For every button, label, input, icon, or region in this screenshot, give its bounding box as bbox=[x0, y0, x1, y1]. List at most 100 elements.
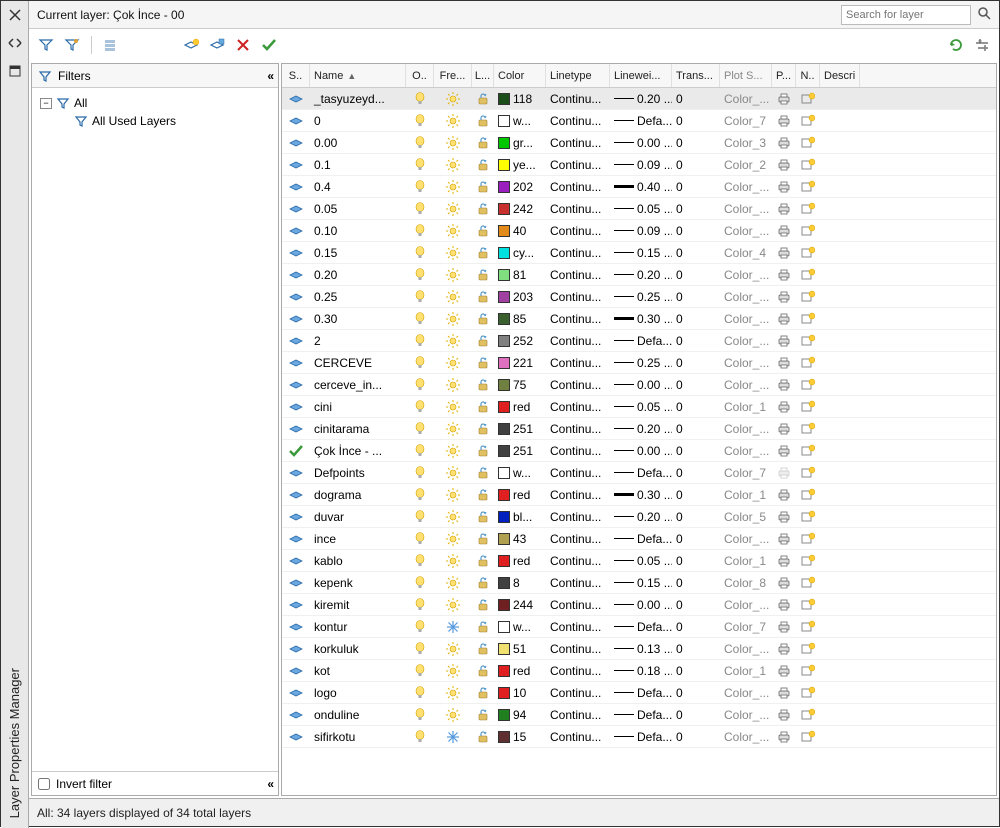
printer-icon[interactable] bbox=[772, 422, 796, 436]
lock-open-icon[interactable] bbox=[472, 378, 494, 392]
color-cell[interactable]: 251 bbox=[494, 444, 546, 458]
color-cell[interactable]: gr... bbox=[494, 136, 546, 150]
lock-open-icon[interactable] bbox=[472, 554, 494, 568]
layer-name[interactable]: 0.10 bbox=[310, 224, 406, 238]
transparency-cell[interactable]: 0 bbox=[672, 532, 720, 546]
linetype-cell[interactable]: Continu... bbox=[546, 114, 610, 128]
lineweight-cell[interactable]: 0.20 ... bbox=[610, 510, 672, 524]
linetype-cell[interactable]: Continu... bbox=[546, 708, 610, 722]
lineweight-cell[interactable]: 0.20 ... bbox=[610, 268, 672, 282]
lineweight-cell[interactable]: 0.05 ... bbox=[610, 202, 672, 216]
layer-name[interactable]: kontur bbox=[310, 620, 406, 634]
color-cell[interactable]: 251 bbox=[494, 422, 546, 436]
lightbulb-on-icon[interactable] bbox=[406, 466, 434, 480]
sun-icon[interactable] bbox=[434, 444, 472, 458]
transparency-cell[interactable]: 0 bbox=[672, 598, 720, 612]
transparency-cell[interactable]: 0 bbox=[672, 136, 720, 150]
layer-name[interactable]: 0.05 bbox=[310, 202, 406, 216]
printer-icon[interactable] bbox=[772, 268, 796, 282]
col-plot[interactable]: P... bbox=[772, 64, 796, 87]
layer-name[interactable]: 0.20 bbox=[310, 268, 406, 282]
printer-icon[interactable] bbox=[772, 730, 796, 744]
snowflake-icon[interactable] bbox=[434, 730, 472, 744]
color-cell[interactable]: 252 bbox=[494, 334, 546, 348]
lineweight-cell[interactable]: 0.25 ... bbox=[610, 356, 672, 370]
col-color[interactable]: Color bbox=[494, 64, 546, 87]
printer-icon[interactable] bbox=[772, 664, 796, 678]
lightbulb-on-icon[interactable] bbox=[406, 422, 434, 436]
linetype-cell[interactable]: Continu... bbox=[546, 224, 610, 238]
color-cell[interactable]: 40 bbox=[494, 224, 546, 238]
linetype-cell[interactable]: Continu... bbox=[546, 400, 610, 414]
lock-open-icon[interactable] bbox=[472, 642, 494, 656]
linetype-cell[interactable]: Continu... bbox=[546, 290, 610, 304]
linetype-cell[interactable]: Continu... bbox=[546, 510, 610, 524]
lightbulb-on-icon[interactable] bbox=[406, 378, 434, 392]
lock-open-icon[interactable] bbox=[472, 136, 494, 150]
color-cell[interactable]: ye... bbox=[494, 158, 546, 172]
printer-icon[interactable] bbox=[772, 532, 796, 546]
transparency-cell[interactable]: 0 bbox=[672, 356, 720, 370]
linetype-cell[interactable]: Continu... bbox=[546, 532, 610, 546]
layer-name[interactable]: Defpoints bbox=[310, 466, 406, 480]
new-vp-freeze-icon[interactable] bbox=[796, 202, 820, 216]
color-cell[interactable]: w... bbox=[494, 620, 546, 634]
printer-icon[interactable] bbox=[772, 202, 796, 216]
lineweight-cell[interactable]: Defa... bbox=[610, 708, 672, 722]
layer-name[interactable]: kiremit bbox=[310, 598, 406, 612]
lineweight-cell[interactable]: Defa... bbox=[610, 334, 672, 348]
sun-icon[interactable] bbox=[434, 466, 472, 480]
lightbulb-on-icon[interactable] bbox=[406, 92, 434, 106]
printer-icon[interactable] bbox=[772, 642, 796, 656]
lock-open-icon[interactable] bbox=[472, 466, 494, 480]
table-row[interactable]: 0.2081Continu...0.20 ...0Color_... bbox=[282, 264, 996, 286]
col-linetype[interactable]: Linetype bbox=[546, 64, 610, 87]
layer-name[interactable]: cinitarama bbox=[310, 422, 406, 436]
color-cell[interactable]: 75 bbox=[494, 378, 546, 392]
table-row[interactable]: konturw...Continu...Defa...0Color_7 bbox=[282, 616, 996, 638]
color-cell[interactable]: 118 bbox=[494, 92, 546, 106]
layer-name[interactable]: ince bbox=[310, 532, 406, 546]
new-vp-freeze-icon[interactable] bbox=[796, 268, 820, 282]
lock-open-icon[interactable] bbox=[472, 158, 494, 172]
lightbulb-on-icon[interactable] bbox=[406, 356, 434, 370]
new-vp-freeze-icon[interactable] bbox=[796, 620, 820, 634]
lineweight-cell[interactable]: 0.00 ... bbox=[610, 136, 672, 150]
transparency-cell[interactable]: 0 bbox=[672, 224, 720, 238]
lock-open-icon[interactable] bbox=[472, 730, 494, 744]
new-vp-freeze-icon[interactable] bbox=[796, 180, 820, 194]
printer-icon[interactable] bbox=[772, 620, 796, 634]
printer-off-icon[interactable] bbox=[772, 466, 796, 480]
linetype-cell[interactable]: Continu... bbox=[546, 444, 610, 458]
sun-icon[interactable] bbox=[434, 158, 472, 172]
lock-open-icon[interactable] bbox=[472, 246, 494, 260]
new-vp-freeze-icon[interactable] bbox=[796, 114, 820, 128]
lineweight-cell[interactable]: 0.00 ... bbox=[610, 378, 672, 392]
table-row[interactable]: 0.15cy...Continu...0.15 ...0Color_4 bbox=[282, 242, 996, 264]
layer-name[interactable]: cerceve_in... bbox=[310, 378, 406, 392]
table-row[interactable]: logo10Continu...Defa...0Color_... bbox=[282, 682, 996, 704]
lineweight-cell[interactable]: 0.09 ... bbox=[610, 158, 672, 172]
layer-name[interactable]: CERCEVE bbox=[310, 356, 406, 370]
table-row[interactable]: duvarbl...Continu...0.20 ...0Color_5 bbox=[282, 506, 996, 528]
search-icon[interactable] bbox=[977, 6, 991, 23]
sun-icon[interactable] bbox=[434, 554, 472, 568]
sun-icon[interactable] bbox=[434, 224, 472, 238]
linetype-cell[interactable]: Continu... bbox=[546, 466, 610, 480]
table-row[interactable]: onduline94Continu...Defa...0Color_... bbox=[282, 704, 996, 726]
lightbulb-on-icon[interactable] bbox=[406, 554, 434, 568]
sun-icon[interactable] bbox=[434, 246, 472, 260]
new-vp-freeze-icon[interactable] bbox=[796, 290, 820, 304]
lineweight-cell[interactable]: 0.09 ... bbox=[610, 224, 672, 238]
linetype-cell[interactable]: Continu... bbox=[546, 356, 610, 370]
color-cell[interactable]: w... bbox=[494, 114, 546, 128]
sun-icon[interactable] bbox=[434, 532, 472, 546]
linetype-cell[interactable]: Continu... bbox=[546, 312, 610, 326]
transparency-cell[interactable]: 0 bbox=[672, 114, 720, 128]
linetype-cell[interactable]: Continu... bbox=[546, 246, 610, 260]
col-name[interactable]: Name▲ bbox=[310, 64, 406, 87]
table-row[interactable]: 0w...Continu...Defa...0Color_7 bbox=[282, 110, 996, 132]
linetype-cell[interactable]: Continu... bbox=[546, 642, 610, 656]
transparency-cell[interactable]: 0 bbox=[672, 202, 720, 216]
col-freeze[interactable]: Fre... bbox=[434, 64, 472, 87]
